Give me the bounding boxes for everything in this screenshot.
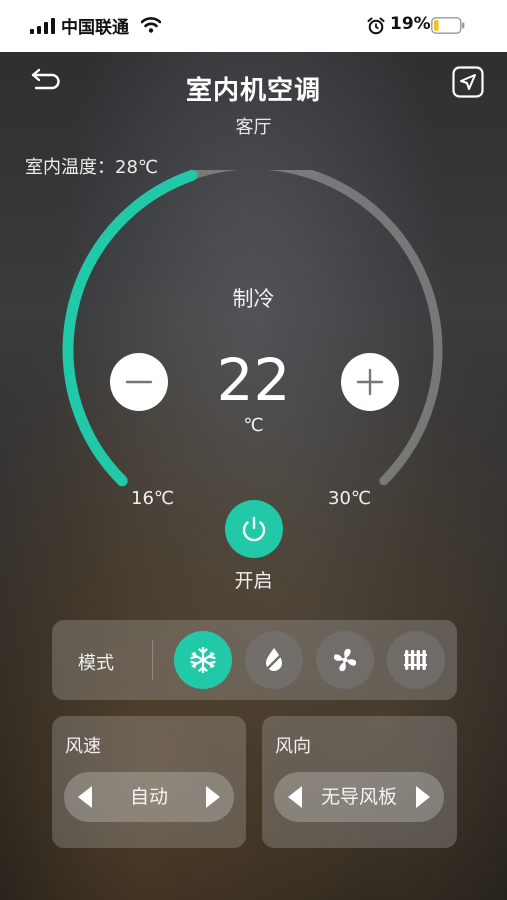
min-temperature-label: 16℃: [131, 488, 175, 509]
heater-icon: [404, 650, 427, 670]
wind-direction-selector: 无导风板: [274, 772, 444, 822]
fan-speed-selector: 自动: [64, 772, 234, 822]
fan-speed-prev-button[interactable]: [78, 786, 92, 808]
fan-speed-title: 风速: [65, 736, 101, 757]
fan-speed-value: 自动: [129, 786, 168, 808]
mode-cool-button[interactable]: [174, 631, 232, 689]
signal-icon: [30, 18, 55, 34]
mode-panel-label: 模式: [78, 653, 114, 674]
page-title: 室内机空调: [185, 76, 321, 106]
power-button[interactable]: [225, 500, 283, 558]
decrease-temperature-button[interactable]: [110, 353, 168, 411]
fan-speed-next-button[interactable]: [206, 786, 220, 808]
wifi-icon: [141, 17, 161, 33]
status-bar: 中国联通 19%: [0, 0, 507, 52]
alarm-icon: [367, 17, 385, 35]
power-icon: [242, 516, 266, 542]
fan-icon: [333, 648, 357, 672]
plus-icon: [356, 368, 384, 396]
increase-temperature-button[interactable]: [341, 353, 399, 411]
snowflake-icon: [190, 646, 216, 674]
minus-icon: [125, 380, 153, 384]
battery-percent: 19%: [390, 14, 431, 34]
wind-direction-value: 无导风板: [320, 786, 397, 808]
divider: [152, 640, 153, 680]
max-temperature-label: 30℃: [328, 488, 372, 509]
room-name: 客厅: [235, 117, 272, 138]
mode-heat-button[interactable]: [387, 631, 445, 689]
battery-icon: [431, 17, 465, 34]
current-mode-label: 制冷: [232, 287, 275, 311]
mode-fan-button[interactable]: [316, 631, 374, 689]
carrier-name: 中国联通: [61, 18, 129, 38]
power-label: 开启: [234, 570, 273, 592]
wind-direction-prev-button[interactable]: [288, 786, 302, 808]
wind-direction-title: 风向: [275, 736, 311, 757]
wind-direction-next-button[interactable]: [416, 786, 430, 808]
mode-dry-button[interactable]: [245, 631, 303, 689]
setpoint-temperature: 22: [216, 346, 291, 414]
share-icon[interactable]: [452, 66, 484, 98]
drop-icon: [264, 648, 284, 672]
temperature-unit: ℃: [243, 415, 264, 436]
